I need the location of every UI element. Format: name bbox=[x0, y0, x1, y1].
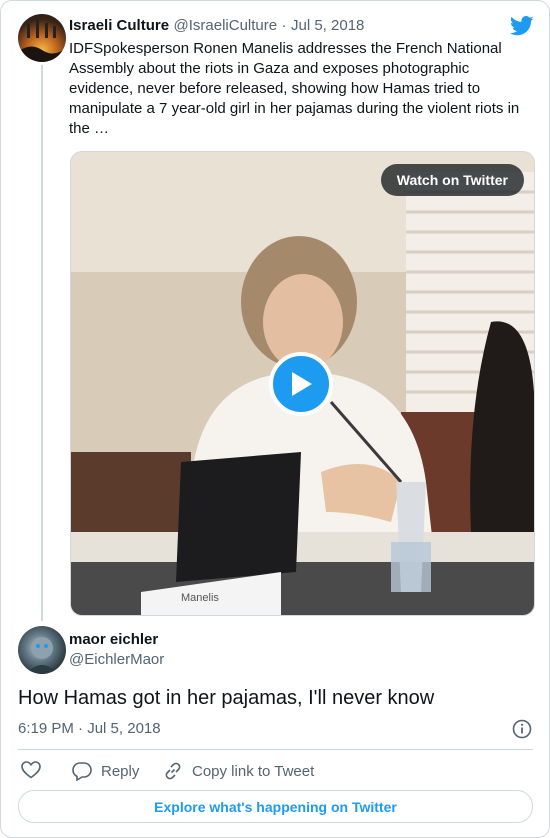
explore-twitter-button[interactable]: Explore what's happening on Twitter bbox=[18, 790, 533, 823]
author-handle[interactable]: @IsraeliCulture bbox=[174, 17, 278, 34]
tweet-date[interactable]: Jul 5, 2018 bbox=[291, 17, 364, 34]
thread-connector-line bbox=[41, 65, 43, 621]
reply-author-handle[interactable]: @EichlerMaor bbox=[69, 651, 164, 668]
israeli-culture-avatar[interactable] bbox=[18, 14, 66, 62]
reply-label: Reply bbox=[101, 762, 140, 780]
play-button[interactable] bbox=[269, 352, 333, 416]
reply-author-block: maor eichler @EichlerMaor bbox=[69, 631, 164, 668]
info-icon[interactable] bbox=[512, 719, 532, 739]
tweet-time: 6:19 PM bbox=[18, 720, 74, 737]
reply-button[interactable]: Reply bbox=[72, 761, 139, 781]
divider bbox=[18, 749, 533, 750]
copy-link-button[interactable]: Copy link to Tweet bbox=[163, 761, 314, 781]
reply-bubble-icon bbox=[72, 762, 92, 781]
maor-eichler-avatar[interactable] bbox=[18, 626, 66, 674]
reply-tweet-text: How Hamas got in her pajamas, I'll never… bbox=[18, 687, 435, 709]
separator-dot: · bbox=[281, 17, 287, 34]
play-icon bbox=[292, 372, 312, 396]
author-name[interactable]: Israeli Culture bbox=[69, 17, 169, 34]
separator-dot: · bbox=[78, 720, 84, 737]
crowd-flags-icon bbox=[18, 20, 66, 62]
heart-icon bbox=[21, 761, 41, 779]
portrait-icon bbox=[26, 637, 58, 674]
quoted-tweet-header: Israeli Culture @IsraeliCulture · Jul 5,… bbox=[69, 17, 364, 35]
nameplate-text: Manelis bbox=[181, 592, 219, 604]
copy-link-label: Copy link to Tweet bbox=[192, 762, 315, 780]
watch-on-twitter-button[interactable]: Watch on Twitter bbox=[380, 164, 524, 196]
video-thumbnail[interactable]: Manelis Watch on Twitter bbox=[70, 151, 535, 616]
link-icon bbox=[165, 762, 181, 780]
twitter-bird-icon[interactable] bbox=[510, 16, 534, 36]
like-button[interactable] bbox=[21, 761, 41, 779]
tweet-embed-card: Israeli Culture @IsraeliCulture · Jul 5,… bbox=[0, 0, 550, 838]
quoted-tweet-text: IDFSpokesperson Ronen Manelis addresses … bbox=[69, 40, 520, 137]
reply-tweet-timestamp[interactable]: 6:19 PM · Jul 5, 2018 bbox=[18, 720, 161, 737]
tweet-date: Jul 5, 2018 bbox=[87, 720, 161, 737]
reply-author-name[interactable]: maor eichler bbox=[69, 631, 164, 648]
